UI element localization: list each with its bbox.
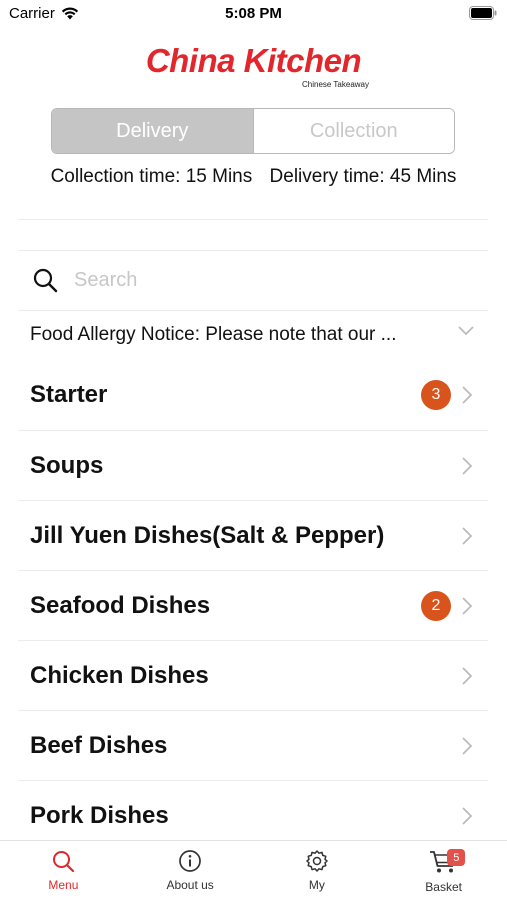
order-mode-segmented-control: Delivery Collection [51, 108, 455, 154]
chevron-right-icon [462, 736, 472, 755]
basket-count-badge: 5 [447, 849, 466, 866]
info-icon [179, 850, 201, 872]
collection-time: Collection time: 15 Mins [50, 166, 253, 187]
search-bar [18, 252, 488, 308]
search-icon [53, 851, 75, 873]
chevron-right-icon [462, 526, 472, 545]
gear-icon [306, 850, 328, 872]
chevron-right-icon [462, 596, 472, 615]
tab-label: Basket [425, 880, 462, 894]
search-icon [30, 265, 60, 295]
tab-label: About us [166, 878, 214, 892]
category-label: Soups [30, 451, 104, 479]
category-label: Pork Dishes [30, 801, 169, 829]
logo-title: China Kitchen [145, 42, 362, 79]
allergy-notice-text: Food Allergy Notice: Please note that ou… [30, 324, 397, 345]
chevron-right-icon [462, 456, 472, 475]
search-input[interactable] [72, 267, 456, 293]
category-row-jill-yuen[interactable]: Jill Yuen Dishes(Salt & Pepper) [18, 500, 488, 570]
chevron-right-icon [462, 806, 472, 825]
tab-basket[interactable]: 5 Basket [380, 841, 507, 900]
brand-logo: China Kitchen Chinese Takeaway [0, 42, 507, 89]
category-label: Starter [30, 381, 108, 408]
logo-subtitle: Chinese Takeaway [302, 80, 370, 89]
divider [18, 219, 488, 220]
category-list: Starter 3 Soups Jill Yuen Dishes(Salt & … [18, 360, 488, 850]
chevron-right-icon [462, 666, 472, 685]
category-label: Seafood Dishes [30, 591, 211, 619]
divider [18, 250, 488, 251]
chevron-down-icon [458, 326, 474, 336]
allergy-notice[interactable]: Food Allergy Notice: Please note that ou… [18, 312, 488, 358]
status-bar: Carrier 5:08 PM [0, 0, 507, 30]
category-row-beef[interactable]: Beef Dishes [18, 710, 488, 780]
app-screen: Carrier 5:08 PM China Kitchen Chinese Ta… [0, 0, 507, 900]
category-row-starter[interactable]: Starter 3 [18, 360, 488, 430]
divider [18, 310, 488, 311]
battery-icon [469, 6, 497, 25]
tab-about-us[interactable]: About us [127, 841, 254, 900]
clock: 5:08 PM [225, 5, 282, 22]
category-label: Chicken Dishes [30, 661, 209, 689]
category-row-chicken[interactable]: Chicken Dishes [18, 640, 488, 710]
chevron-right-icon [462, 386, 472, 404]
item-count-badge: 3 [421, 380, 451, 410]
category-row-seafood[interactable]: Seafood Dishes 2 [18, 570, 488, 640]
tab-label: Menu [48, 878, 79, 892]
time-estimates: Collection time: 15 Mins Delivery time: … [0, 166, 507, 188]
tab-menu[interactable]: Menu [0, 841, 127, 900]
delivery-segment[interactable]: Delivery [52, 109, 253, 153]
tab-label: My [308, 878, 325, 892]
category-row-soups[interactable]: Soups [18, 430, 488, 500]
item-count-badge: 2 [421, 590, 451, 621]
collection-segment[interactable]: Collection [252, 109, 454, 153]
delivery-time: Delivery time: 45 Mins [269, 166, 457, 187]
tab-my[interactable]: My [254, 841, 381, 900]
bottom-tab-bar: Menu About us My 5 Basket [0, 840, 507, 900]
category-label: Beef Dishes [30, 731, 168, 759]
category-label: Jill Yuen Dishes(Salt & Pepper) [30, 521, 385, 549]
